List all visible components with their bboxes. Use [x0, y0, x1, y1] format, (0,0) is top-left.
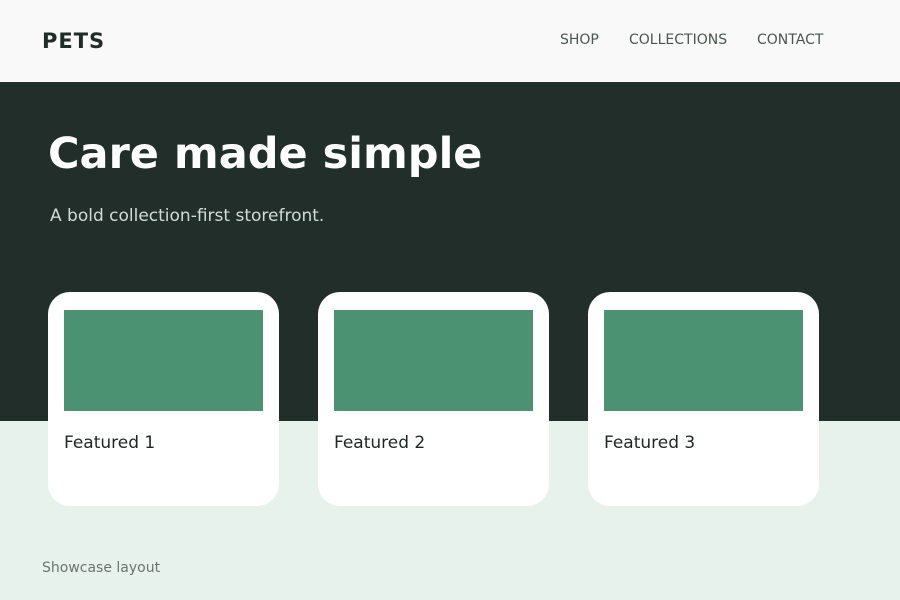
hero-subtitle: A bold collection-first storefront.	[50, 206, 325, 226]
card-title: Featured 3	[604, 433, 696, 453]
card-title: Featured 1	[64, 433, 156, 453]
nav-link-collections[interactable]: COLLECTIONS	[629, 31, 727, 49]
card-image	[64, 310, 263, 411]
footer-note: Showcase layout	[42, 560, 161, 576]
featured-card-1[interactable]: Featured 1	[48, 292, 279, 506]
card-title: Featured 2	[334, 433, 426, 453]
card-image	[334, 310, 533, 411]
nav-link-contact[interactable]: CONTACT	[757, 31, 823, 49]
hero-title: Care made simple	[48, 129, 483, 179]
nav-link-shop[interactable]: SHOP	[560, 31, 599, 49]
featured-card-2[interactable]: Featured 2	[318, 292, 549, 506]
featured-card-3[interactable]: Featured 3	[588, 292, 819, 506]
site-header: PETS SHOP COLLECTIONS CONTACT	[0, 0, 900, 82]
card-image	[604, 310, 803, 411]
main-nav: SHOP COLLECTIONS CONTACT	[0, 31, 900, 51]
